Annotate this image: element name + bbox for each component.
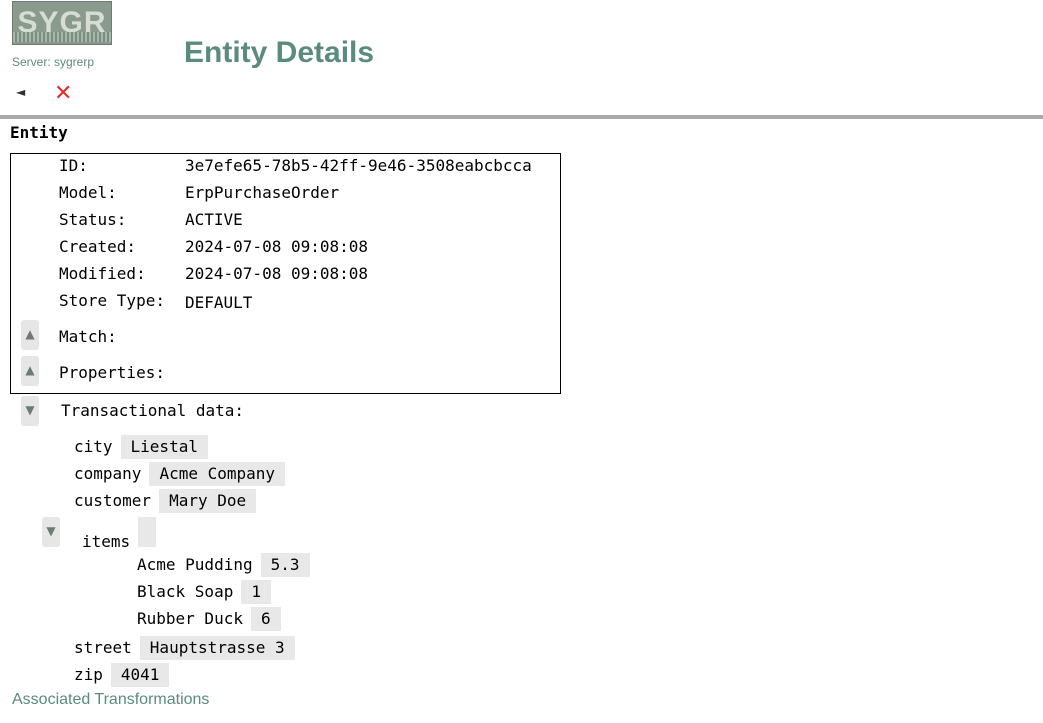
data-key: zip — [74, 665, 103, 684]
field-value: 3e7efe65-78b5-42ff-9e46-3508eabcbcca — [185, 156, 532, 175]
data-value: Liestal — [120, 435, 208, 459]
item-key: Acme Pudding — [137, 555, 253, 574]
item-key: Rubber Duck — [137, 609, 243, 628]
back-triangle-icon[interactable]: ◄ — [16, 85, 25, 99]
entity-info-box: ID: 3e7efe65-78b5-42ff-9e46-3508eabcbcca… — [10, 153, 561, 394]
field-label: Modified: — [59, 264, 146, 283]
field-value: ACTIVE — [185, 210, 243, 229]
data-row-customer: customer Mary Doe — [74, 489, 257, 513]
match-expand-icon[interactable]: ▲ — [21, 320, 39, 350]
item-key: Black Soap — [137, 582, 234, 601]
data-key: customer — [74, 491, 152, 510]
item-value: 5.3 — [260, 553, 310, 577]
data-value: Acme Company — [149, 462, 286, 486]
data-row-company: company Acme Company — [74, 462, 286, 486]
items-collapse-icon[interactable]: ▼ — [42, 517, 60, 547]
data-row-zip: zip 4041 — [74, 663, 170, 687]
item-row-acme-pudding: Acme Pudding 5.3 — [137, 553, 310, 577]
field-label: Created: — [59, 237, 137, 256]
entity-section-title: Entity — [10, 123, 68, 142]
field-value: ErpPurchaseOrder — [185, 183, 340, 202]
data-row-items: items — [82, 517, 157, 551]
data-key: company — [74, 464, 142, 483]
data-value: Hauptstrasse 3 — [139, 636, 295, 660]
field-value: DEFAULT — [185, 293, 253, 312]
server-label: Server: sygrerp — [12, 55, 95, 69]
field-label: Model: — [59, 183, 117, 202]
header-divider — [0, 115, 1043, 119]
data-key: items — [82, 532, 131, 551]
data-key: street — [74, 638, 132, 657]
field-value: 2024-07-08 09:08:08 — [185, 264, 369, 283]
field-label: Store Type: — [59, 291, 165, 310]
transactional-data-label: Transactional data: — [61, 399, 244, 423]
field-label: Status: — [59, 210, 127, 229]
transactional-collapse-icon[interactable]: ▼ — [21, 396, 39, 426]
data-value: 4041 — [110, 663, 170, 687]
data-row-street: street Hauptstrasse 3 — [74, 636, 295, 660]
data-value — [138, 517, 157, 547]
item-value: 6 — [250, 607, 281, 631]
item-value: 1 — [241, 580, 271, 604]
field-value: 2024-07-08 09:08:08 — [185, 237, 369, 256]
associated-transformations-link[interactable]: Associated Transformations — [12, 691, 209, 709]
data-key: city — [74, 437, 113, 456]
properties-expand-icon[interactable]: ▲ — [21, 356, 39, 386]
data-row-city: city Liestal — [74, 435, 208, 459]
sygr-logo: SYGR — [12, 1, 112, 45]
field-label: ID: — [59, 156, 88, 175]
close-icon[interactable]: ✕ — [54, 82, 72, 106]
properties-label: Properties: — [59, 363, 165, 382]
header: SYGR Server: sygrerp Entity Details ◄ ✕ — [0, 0, 1043, 120]
item-row-rubber-duck: Rubber Duck 6 — [137, 607, 281, 631]
match-label: Match: — [59, 327, 117, 346]
data-value: Mary Doe — [159, 489, 257, 513]
page-title: Entity Details — [184, 36, 375, 69]
transactional-label: Transactional data: — [61, 401, 245, 420]
item-row-black-soap: Black Soap 1 — [137, 580, 271, 604]
